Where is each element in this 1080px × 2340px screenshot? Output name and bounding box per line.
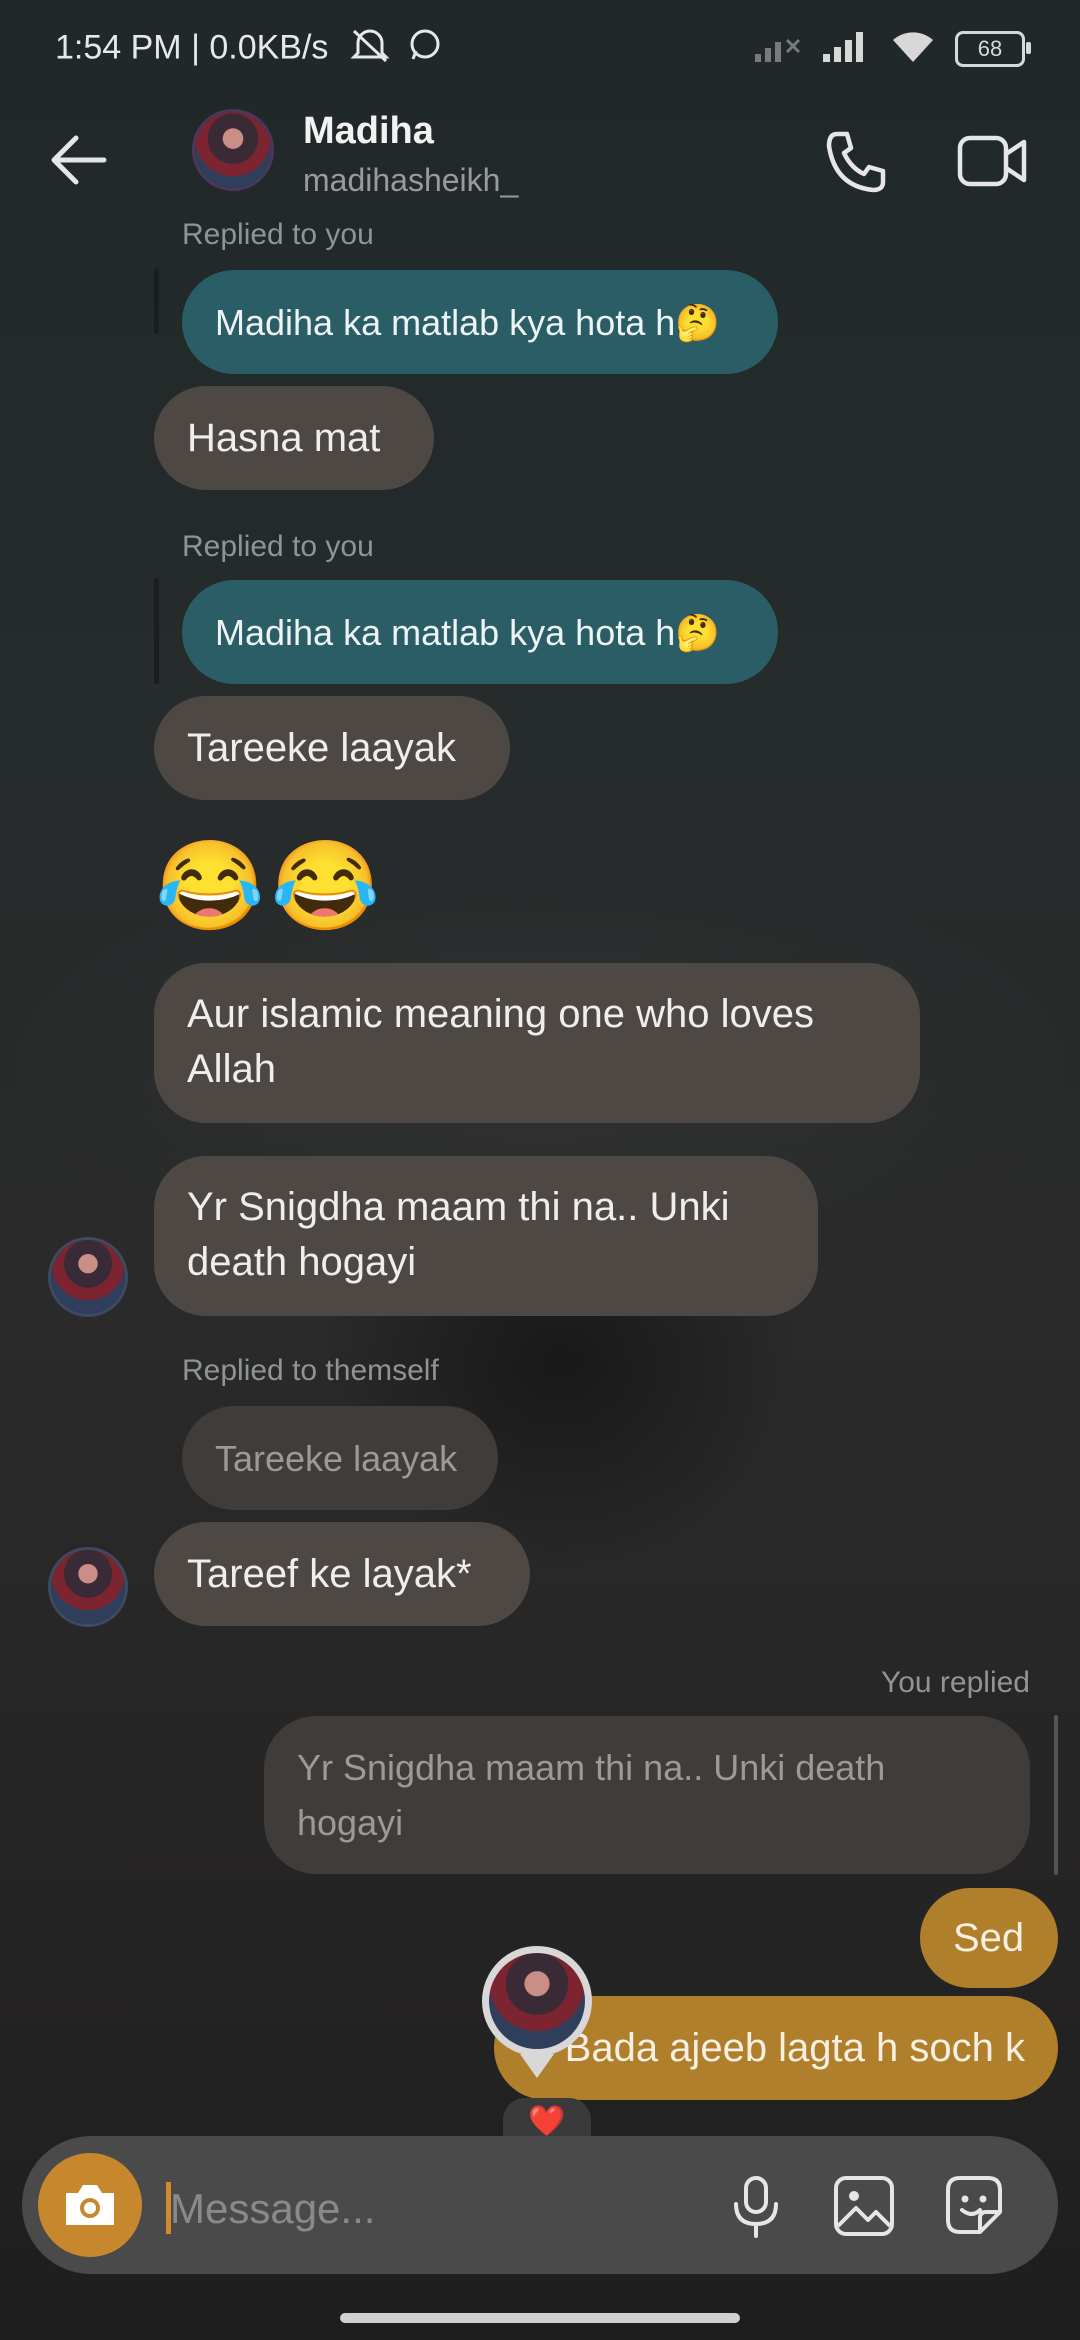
quote-line <box>154 578 159 684</box>
video-icon <box>957 135 1027 187</box>
status-time: 1:54 PM | 0.0KB/s <box>55 27 443 72</box>
message-input[interactable] <box>168 2176 692 2242</box>
seen-avatar <box>489 1953 585 2049</box>
quoted-message[interactable]: Yr Snigdha maam thi na.. Unki death hoga… <box>264 1716 1030 1874</box>
message-bubble[interactable]: Aur islamic meaning one who loves Allah <box>154 963 920 1123</box>
sender-avatar[interactable] <box>51 1550 125 1624</box>
quoted-message[interactable]: Madiha ka matlab kya hota h🤔 <box>182 580 778 684</box>
home-indicator[interactable] <box>340 2313 740 2323</box>
message-bubble-outgoing[interactable]: Sed <box>920 1888 1058 1988</box>
status-bar: 1:54 PM | 0.0KB/s 68 <box>0 0 1080 96</box>
quote-line <box>154 268 159 334</box>
gallery-icon <box>834 2176 894 2236</box>
voice-call-button[interactable] <box>815 122 895 202</box>
mute-icon <box>348 27 392 72</box>
signal-icon <box>753 30 803 67</box>
back-arrow-icon <box>51 135 107 185</box>
quoted-message[interactable]: Tareeke laayak <box>182 1406 498 1510</box>
phone-icon <box>826 131 886 193</box>
back-button[interactable] <box>40 120 120 200</box>
message-bubble[interactable]: Tareef ke layak* <box>154 1522 530 1626</box>
emoji-message[interactable]: 😂😂 <box>155 835 386 938</box>
message-bubble[interactable]: Tareeke laayak <box>154 696 510 800</box>
reply-meta: You replied <box>880 1666 1030 1699</box>
quote-line <box>1054 1715 1058 1875</box>
contact-avatar[interactable] <box>195 112 271 188</box>
contact-handle[interactable]: madihasheikh_ <box>303 162 518 199</box>
whatsapp-icon <box>407 27 443 72</box>
contact-name[interactable]: Madiha <box>303 110 434 153</box>
quoted-message[interactable]: Madiha ka matlab kya hota h🤔 <box>182 270 778 374</box>
status-right-group: 68 <box>753 28 1031 69</box>
camera-icon <box>66 2185 114 2225</box>
reply-meta: Replied to themself <box>182 1354 439 1387</box>
voice-message-button[interactable] <box>718 2168 794 2244</box>
wifi-icon <box>889 28 937 69</box>
seen-avatar-marker <box>482 1946 592 2078</box>
signal-icon-2 <box>821 30 871 67</box>
camera-button[interactable] <box>38 2153 142 2257</box>
sticker-button[interactable] <box>936 2168 1012 2244</box>
sender-avatar[interactable] <box>51 1240 125 1314</box>
chat-header: Madiha madihasheikh_ <box>0 96 1080 226</box>
gallery-button[interactable] <box>826 2168 902 2244</box>
reply-meta: Replied to you <box>182 218 374 251</box>
status-time-text: 1:54 PM | 0.0KB/s <box>55 28 329 67</box>
reply-meta: Replied to you <box>182 530 374 563</box>
battery-indicator: 68 <box>955 30 1031 67</box>
battery-level: 68 <box>977 35 1003 61</box>
mic-icon <box>734 2176 778 2238</box>
sticker-icon <box>946 2176 1002 2234</box>
message-bubble[interactable]: Hasna mat <box>154 386 434 490</box>
message-bubble[interactable]: Yr Snigdha maam thi na.. Unki death hoga… <box>154 1156 818 1316</box>
video-call-button[interactable] <box>952 122 1032 202</box>
